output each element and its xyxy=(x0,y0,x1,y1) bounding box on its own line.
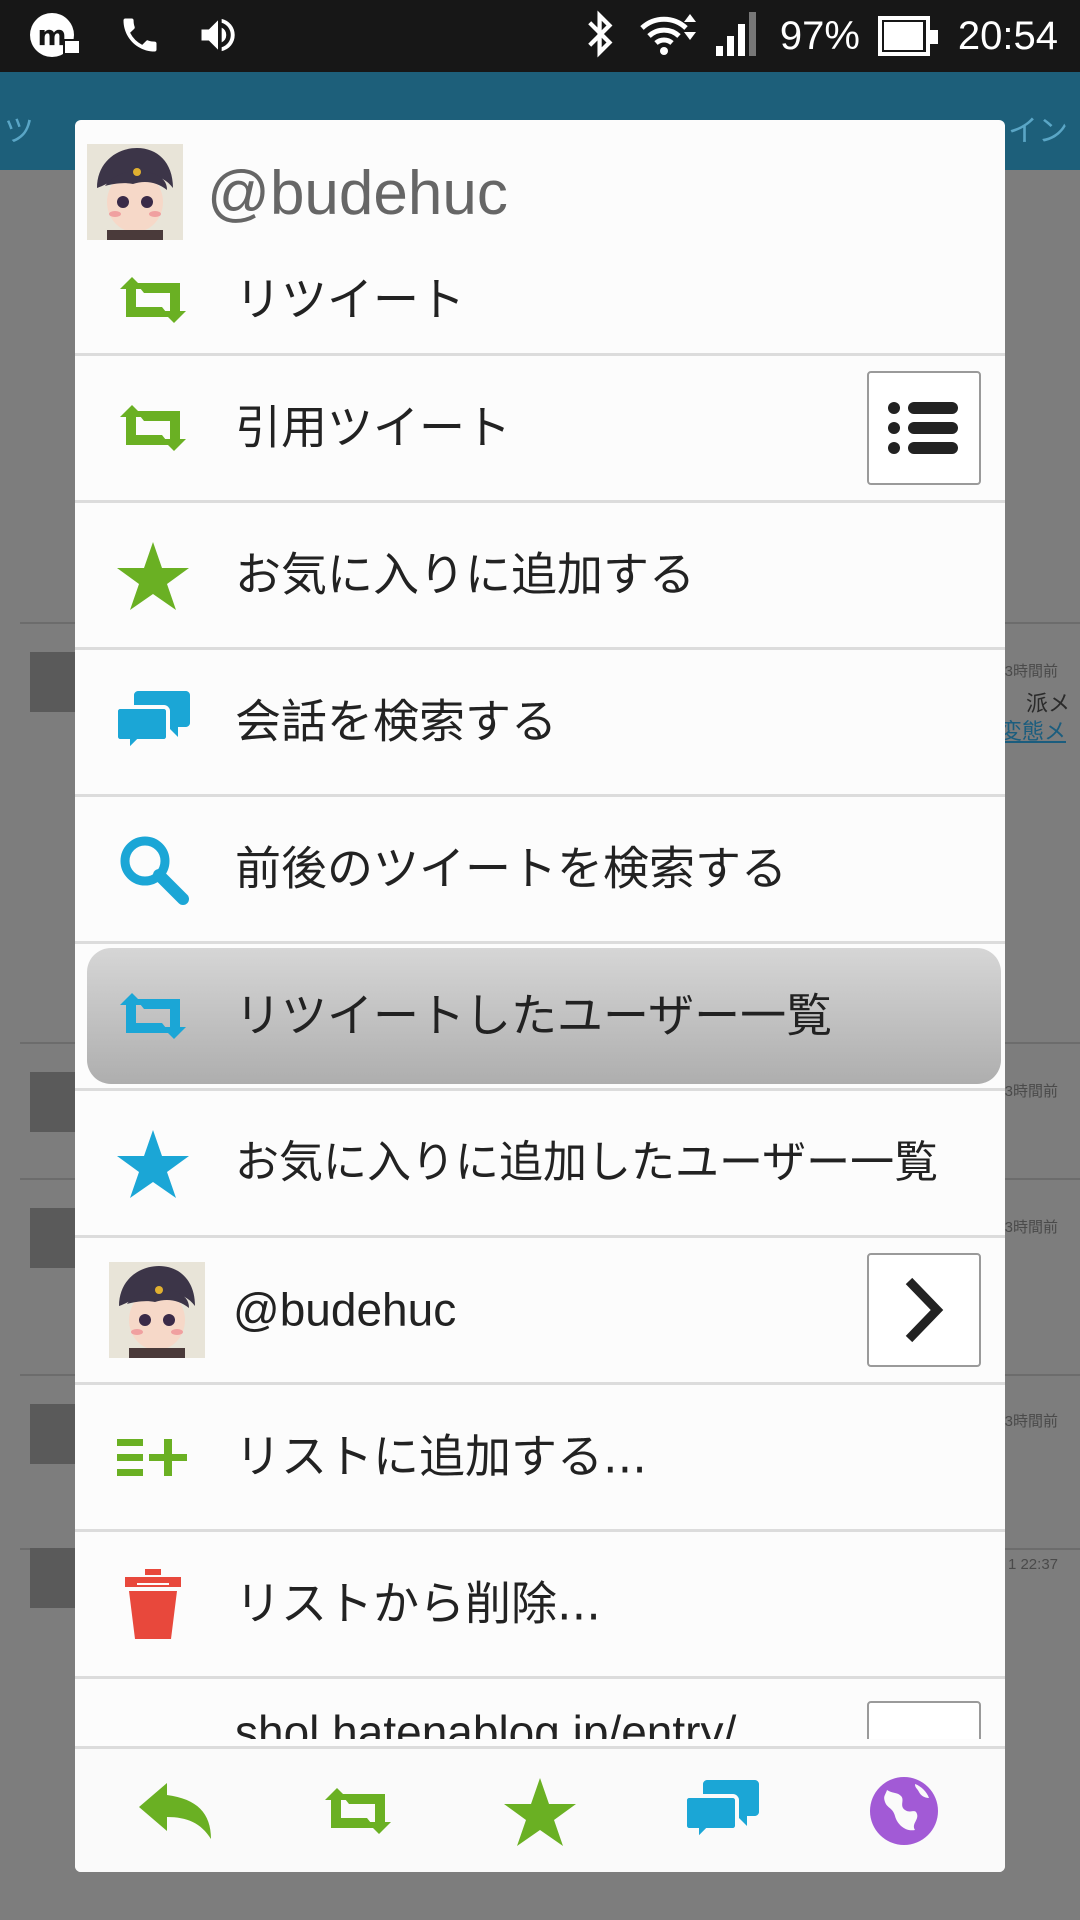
background-time: 3時間前 xyxy=(1004,1413,1058,1430)
menu-item-favorited-users[interactable]: お気に入りに追加したユーザー一覧 xyxy=(75,1091,1005,1238)
status-bar: m 97% 20:54 xyxy=(0,0,1080,72)
dialog-action-bar xyxy=(75,1746,1005,1872)
favorite-button[interactable] xyxy=(490,1761,590,1861)
background-time: 3時間前 xyxy=(1004,1083,1058,1100)
dialog-title: @budehuc xyxy=(207,159,508,228)
wifi-icon xyxy=(636,10,696,62)
menu-item-label: リツイート xyxy=(235,271,465,326)
signal-icon xyxy=(714,10,762,62)
search-icon xyxy=(115,831,191,907)
menu-item-search-conversation[interactable]: 会話を検索する xyxy=(75,650,1005,797)
menu-item-label: 会話を検索する xyxy=(235,694,557,749)
menu-item-label: @budehuc xyxy=(233,1283,457,1336)
globe-icon xyxy=(870,1776,938,1845)
retweet-icon xyxy=(325,1787,391,1834)
battery-percent: 97% xyxy=(779,13,860,58)
open-profile-button[interactable] xyxy=(867,1253,981,1367)
star-icon xyxy=(115,537,191,613)
menu-item-retweeted-users[interactable]: リツイートしたユーザー一覧 xyxy=(75,944,1005,1091)
background-avatar xyxy=(30,1208,78,1268)
app-notification-icon: m xyxy=(28,10,84,64)
user-avatar xyxy=(109,1262,205,1358)
background-tab-tweet: ツ xyxy=(4,115,34,148)
battery-fill xyxy=(883,22,923,50)
menu-item-label: 前後のツイートを検索する xyxy=(235,841,787,896)
background-tab-timeline: イン xyxy=(1008,115,1068,148)
chevron-right-icon xyxy=(905,1277,944,1343)
battery-icon xyxy=(877,16,938,56)
background-avatar xyxy=(30,1548,78,1608)
star-icon xyxy=(504,1777,576,1846)
menu-item-label: 引用ツイート xyxy=(235,400,511,455)
retweet-button[interactable] xyxy=(308,1761,408,1861)
dialog-header: @budehuc xyxy=(75,120,1005,246)
user-avatar xyxy=(87,144,183,240)
menu-item-label: お気に入りに追加したユーザー一覧 xyxy=(235,1137,939,1188)
menu-item-label: リストから削除... xyxy=(235,1576,601,1631)
retweet-icon xyxy=(115,978,191,1054)
conversation-button[interactable] xyxy=(672,1761,772,1861)
background-link: 変態メ xyxy=(999,719,1066,744)
open-in-browser-button[interactable] xyxy=(854,1761,954,1861)
reply-button[interactable] xyxy=(126,1761,226,1861)
link-options-button[interactable] xyxy=(867,1701,981,1739)
background-avatar xyxy=(30,652,78,712)
menu-item-remove-from-list[interactable]: リストから削除... xyxy=(75,1532,1005,1679)
volume-icon xyxy=(196,13,240,61)
conversation-icon xyxy=(115,684,191,760)
background-avatar xyxy=(30,1072,78,1132)
list-add-icon xyxy=(115,1419,191,1495)
retweet-icon xyxy=(115,262,191,338)
quote-options-button[interactable] xyxy=(867,371,981,485)
bluetooth-icon xyxy=(584,10,618,62)
menu-item-user-profile[interactable]: @budehuc xyxy=(75,1238,1005,1385)
menu-item-add-to-list[interactable]: リストに追加する... xyxy=(75,1385,1005,1532)
menu-item-label: shol hatenablog.jp/entry/ xyxy=(235,1706,737,1739)
tweet-action-dialog: @budehuc リツイート 引用ツイート お気に入りに追加する 会話を検索する… xyxy=(75,120,1005,1872)
menu-item-favorite[interactable]: お気に入りに追加する xyxy=(75,503,1005,650)
reply-icon xyxy=(139,1782,211,1839)
list-icon xyxy=(888,402,958,454)
background-time: 1 22:37 xyxy=(1007,1556,1058,1573)
trash-icon xyxy=(115,1566,191,1642)
phone-icon xyxy=(118,13,162,61)
menu-item-open-link[interactable]: shol hatenablog.jp/entry/ xyxy=(75,1679,1005,1739)
conversation-icon xyxy=(685,1779,759,1844)
clock: 20:54 xyxy=(957,13,1058,58)
menu-item-quote-tweet[interactable]: 引用ツイート xyxy=(75,356,1005,503)
menu-item-label: リツイートしたユーザー一覧 xyxy=(235,988,833,1043)
background-avatar xyxy=(30,1404,78,1464)
retweet-icon xyxy=(115,390,191,466)
action-menu: リツイート 引用ツイート お気に入りに追加する 会話を検索する 前後のツイートを… xyxy=(75,246,1005,1739)
background-time: 3時間前 xyxy=(1004,663,1058,680)
svg-text:m: m xyxy=(37,19,66,52)
menu-item-search-surrounding[interactable]: 前後のツイートを検索する xyxy=(75,797,1005,944)
background-time: 3時間前 xyxy=(1004,1219,1058,1236)
star-icon xyxy=(115,1125,191,1201)
menu-item-retweet[interactable]: リツイート xyxy=(75,246,1005,356)
menu-item-label: リストに追加する... xyxy=(235,1429,647,1484)
menu-item-label: お気に入りに追加する xyxy=(235,547,695,602)
